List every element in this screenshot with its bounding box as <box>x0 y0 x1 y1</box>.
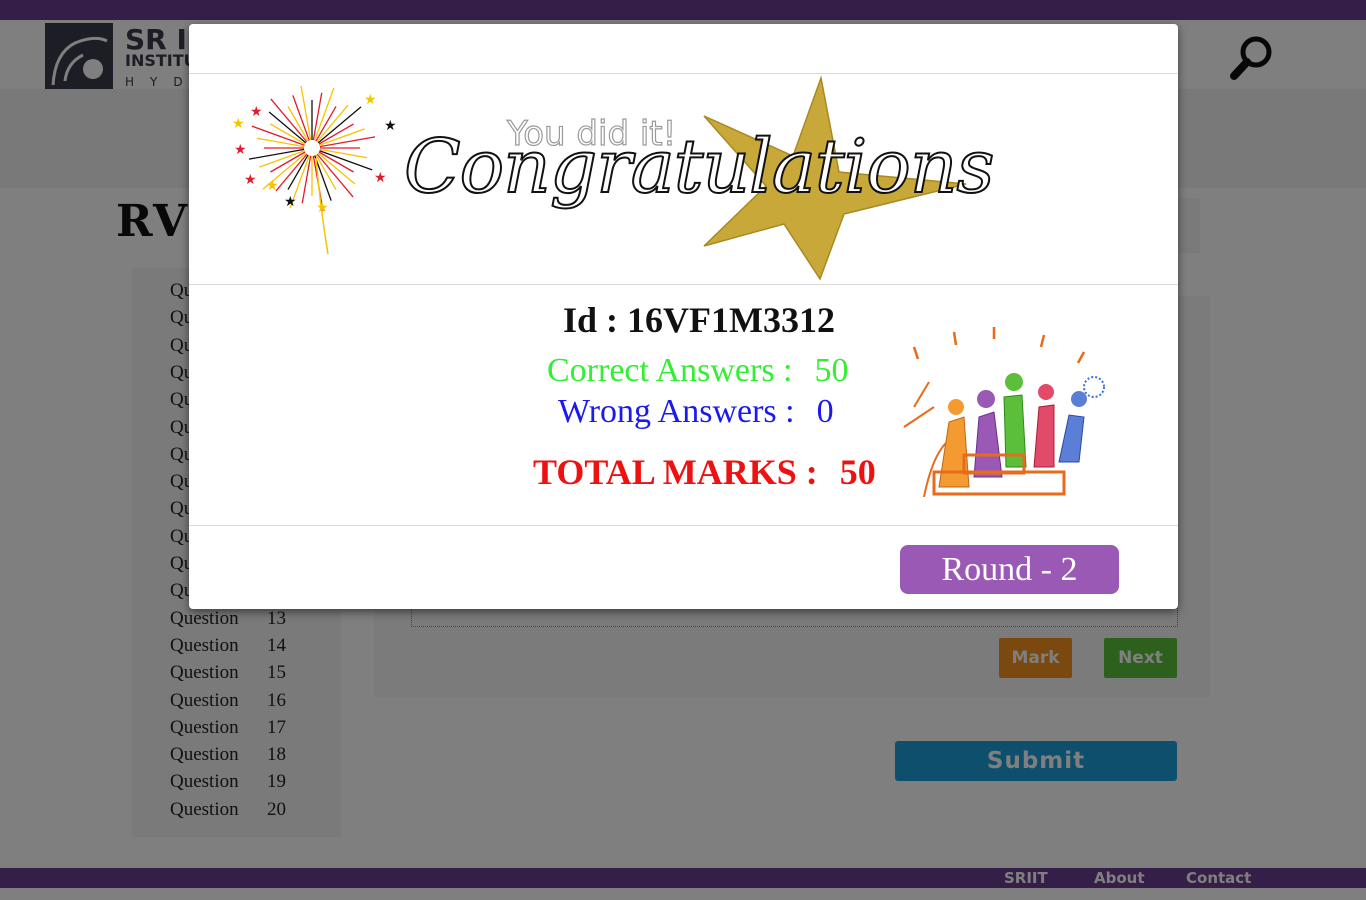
modal-footer: Round - 2 <box>189 526 1178 609</box>
total-marks: TOTAL MARKS : 50 <box>533 451 876 493</box>
fireworks-icon: ★ ★ ★ ★ ★ ★ ★ ★ ★ ★ <box>224 84 399 256</box>
student-id-label: Id : <box>563 300 619 340</box>
congratulations-text: Congratulations <box>403 123 995 211</box>
celebration-icon <box>894 327 1109 498</box>
result-modal: ★ ★ ★ ★ ★ ★ ★ ★ ★ ★ You did it! Congratulations I… <box>189 24 1178 609</box>
correct-answers-label: Correct Answers : <box>547 352 793 389</box>
congratulations-banner: ★ ★ ★ ★ ★ ★ ★ ★ ★ ★ You did it! Congratulations <box>189 74 1178 285</box>
svg-text:★: ★ <box>284 195 297 210</box>
svg-text:★: ★ <box>232 117 245 132</box>
total-marks-label: TOTAL MARKS : <box>533 452 818 492</box>
svg-text:★: ★ <box>234 143 247 158</box>
modal-header <box>189 24 1178 74</box>
wrong-answers-label: Wrong Answers : <box>558 393 795 430</box>
congratulations-art: You did it! Congratulations <box>403 74 995 284</box>
svg-text:★: ★ <box>374 171 387 186</box>
wrong-answers: Wrong Answers : 0 <box>558 393 834 431</box>
svg-text:★: ★ <box>384 119 397 134</box>
svg-text:★: ★ <box>364 93 377 108</box>
svg-text:★: ★ <box>244 173 257 188</box>
correct-answers: Correct Answers : 50 <box>547 352 849 390</box>
wrong-answers-value: 0 <box>816 393 834 430</box>
result-summary: Id : 16VF1M3312 Correct Answers : 50 Wron… <box>189 285 1178 526</box>
student-id-value: 16VF1M3312 <box>627 300 835 340</box>
correct-answers-value: 50 <box>814 352 849 389</box>
round-2-button[interactable]: Round - 2 <box>900 545 1119 594</box>
svg-text:★: ★ <box>250 105 263 120</box>
total-marks-value: 50 <box>839 452 876 492</box>
student-id: Id : 16VF1M3312 <box>563 299 835 341</box>
svg-text:★: ★ <box>266 179 279 194</box>
